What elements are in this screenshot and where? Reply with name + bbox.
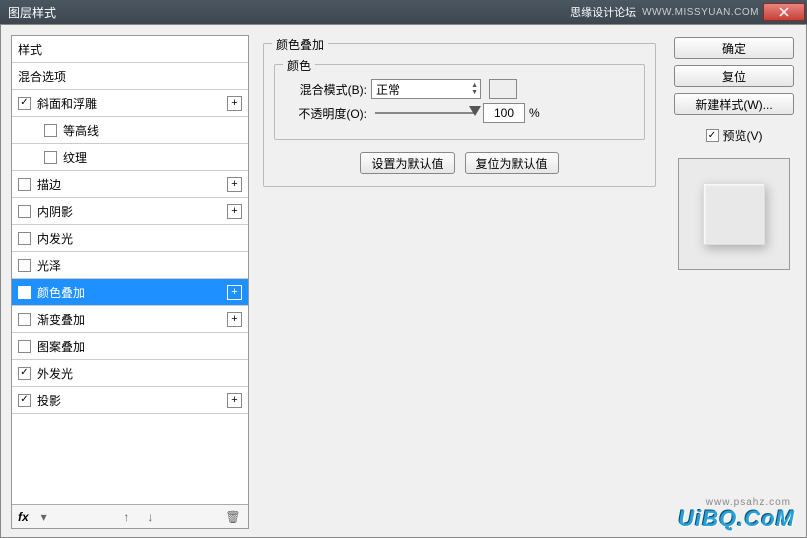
- style-item-0[interactable]: 样式: [12, 36, 248, 63]
- checkbox-icon[interactable]: [44, 124, 57, 137]
- default-buttons: 设置为默认值 复位为默认值: [274, 152, 645, 174]
- blend-mode-label: 混合模式(B):: [285, 81, 367, 98]
- section-title: 颜色叠加: [272, 36, 328, 53]
- add-icon[interactable]: +: [227, 96, 242, 111]
- checkbox-icon[interactable]: [18, 286, 31, 299]
- style-item-label: 斜面和浮雕: [37, 95, 227, 112]
- style-item-label: 纹理: [63, 149, 242, 166]
- checkbox-icon[interactable]: [18, 313, 31, 326]
- style-item-label: 内发光: [37, 230, 242, 247]
- blend-mode-select[interactable]: 正常 ▲▼: [371, 79, 481, 99]
- checkbox-icon[interactable]: [18, 367, 31, 380]
- dialog-body: 样式混合选项斜面和浮雕+等高线纹理描边+内阴影+内发光光泽颜色叠加+渐变叠加+图…: [0, 24, 807, 538]
- style-item-9[interactable]: 颜色叠加+: [12, 279, 248, 306]
- preview-label: 预览(V): [723, 127, 763, 144]
- titlebar: 图层样式 思缘设计论坛 WWW.MISSYUAN.COM: [0, 0, 807, 24]
- style-item-5[interactable]: 描边+: [12, 171, 248, 198]
- add-icon[interactable]: +: [227, 393, 242, 408]
- styles-list: 样式混合选项斜面和浮雕+等高线纹理描边+内阴影+内发光光泽颜色叠加+渐变叠加+图…: [12, 36, 248, 504]
- style-item-8[interactable]: 光泽: [12, 252, 248, 279]
- opacity-row: 不透明度(O): 100 %: [285, 103, 634, 123]
- cancel-button[interactable]: 复位: [674, 65, 794, 87]
- preview-swatch: [703, 183, 765, 245]
- blend-mode-value: 正常: [376, 81, 400, 98]
- forum-url: WWW.MISSYUAN.COM: [642, 7, 759, 18]
- opacity-slider[interactable]: [375, 112, 475, 114]
- move-up-icon[interactable]: ↑: [117, 509, 135, 525]
- checkbox-icon[interactable]: [18, 97, 31, 110]
- trash-icon[interactable]: 🗑: [224, 509, 242, 525]
- new-style-button[interactable]: 新建样式(W)...: [674, 93, 794, 115]
- style-item-label: 图案叠加: [37, 338, 242, 355]
- style-item-label: 样式: [18, 41, 242, 58]
- style-item-3[interactable]: 等高线: [12, 117, 248, 144]
- style-item-2[interactable]: 斜面和浮雕+: [12, 90, 248, 117]
- preview-box: [678, 158, 790, 270]
- style-item-label: 等高线: [63, 122, 242, 139]
- checkbox-icon[interactable]: [44, 151, 57, 164]
- opacity-label: 不透明度(O):: [285, 105, 367, 122]
- style-item-13[interactable]: 投影+: [12, 387, 248, 414]
- style-item-6[interactable]: 内阴影+: [12, 198, 248, 225]
- close-icon: [779, 7, 789, 17]
- styles-panel: 样式混合选项斜面和浮雕+等高线纹理描边+内阴影+内发光光泽颜色叠加+渐变叠加+图…: [11, 35, 249, 529]
- fx-dropdown-icon[interactable]: ▾: [35, 509, 53, 525]
- add-icon[interactable]: +: [227, 177, 242, 192]
- set-default-button[interactable]: 设置为默认值: [360, 152, 454, 174]
- select-arrows-icon: ▲▼: [471, 82, 478, 96]
- color-group-title: 颜色: [283, 57, 315, 74]
- style-item-11[interactable]: 图案叠加: [12, 333, 248, 360]
- style-item-4[interactable]: 纹理: [12, 144, 248, 171]
- action-panel: 确定 复位 新建样式(W)... 预览(V): [670, 35, 798, 529]
- checkbox-icon[interactable]: [18, 394, 31, 407]
- style-item-label: 投影: [37, 392, 227, 409]
- style-item-label: 外发光: [37, 365, 242, 382]
- settings-panel: 颜色叠加 颜色 混合模式(B): 正常 ▲▼ 不透明度(O): 100: [257, 35, 662, 529]
- opacity-unit: %: [529, 106, 540, 120]
- style-item-12[interactable]: 外发光: [12, 360, 248, 387]
- style-item-1[interactable]: 混合选项: [12, 63, 248, 90]
- add-icon[interactable]: +: [227, 285, 242, 300]
- preview-checkbox[interactable]: 预览(V): [706, 127, 763, 144]
- color-group: 颜色 混合模式(B): 正常 ▲▼ 不透明度(O): 100 %: [274, 64, 645, 140]
- checkbox-icon[interactable]: [18, 178, 31, 191]
- style-item-label: 光泽: [37, 257, 242, 274]
- style-item-label: 颜色叠加: [37, 284, 227, 301]
- add-icon[interactable]: +: [227, 204, 242, 219]
- watermark: UiBQ.CoM: [678, 506, 795, 532]
- move-down-icon[interactable]: ↓: [141, 509, 159, 525]
- color-overlay-group: 颜色叠加 颜色 混合模式(B): 正常 ▲▼ 不透明度(O): 100: [263, 43, 656, 187]
- style-item-7[interactable]: 内发光: [12, 225, 248, 252]
- blend-mode-row: 混合模式(B): 正常 ▲▼: [285, 79, 634, 99]
- reset-default-button[interactable]: 复位为默认值: [465, 152, 559, 174]
- checkbox-icon[interactable]: [18, 205, 31, 218]
- style-item-label: 混合选项: [18, 68, 242, 85]
- color-swatch[interactable]: [489, 79, 517, 99]
- style-item-label: 渐变叠加: [37, 311, 227, 328]
- checkbox-icon[interactable]: [18, 232, 31, 245]
- checkbox-icon[interactable]: [18, 340, 31, 353]
- close-button[interactable]: [763, 3, 805, 21]
- add-icon[interactable]: +: [227, 312, 242, 327]
- window-title: 图层样式: [8, 4, 570, 21]
- styles-footer: fx ▾ ↑ ↓ 🗑: [12, 504, 248, 528]
- ok-button[interactable]: 确定: [674, 37, 794, 59]
- checkbox-icon: [706, 129, 719, 142]
- checkbox-icon[interactable]: [18, 259, 31, 272]
- style-item-10[interactable]: 渐变叠加+: [12, 306, 248, 333]
- style-item-label: 内阴影: [37, 203, 227, 220]
- forum-label: 思缘设计论坛: [570, 4, 636, 20]
- opacity-input[interactable]: 100: [483, 103, 525, 123]
- style-item-label: 描边: [37, 176, 227, 193]
- slider-thumb-icon: [469, 106, 481, 116]
- fx-label: fx: [18, 510, 29, 524]
